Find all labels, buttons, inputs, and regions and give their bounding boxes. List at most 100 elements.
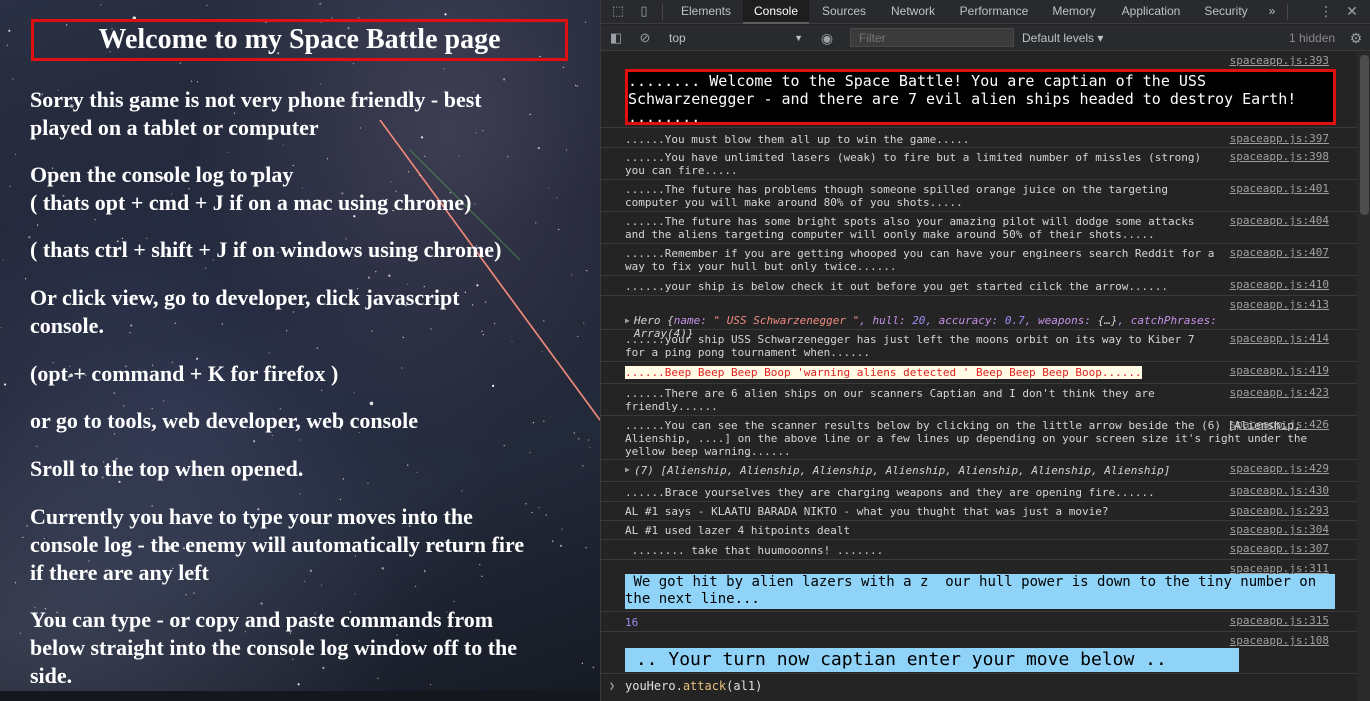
source-link[interactable]: spaceapp.js:293 xyxy=(1230,504,1329,517)
prompt-chevron-icon: ❯ xyxy=(609,681,616,692)
alien-array-preview: (7) [Alienship, Alienship, Alienship, Al… xyxy=(634,464,1171,477)
tab-sources[interactable]: Sources xyxy=(813,0,875,24)
tabbar-divider xyxy=(662,4,663,20)
console-message-alien-array[interactable]: spaceapp.js:429 ▶ (7) [Alienship, Aliens… xyxy=(601,460,1357,482)
hero-accuracy-value: 0.7 xyxy=(1004,314,1025,327)
clear-console-icon[interactable]: ⊘ xyxy=(636,29,654,47)
context-select-value: top xyxy=(669,31,686,45)
console-message: spaceapp.js:423 ......There are 6 alien … xyxy=(601,384,1357,416)
inspect-element-icon[interactable]: ⬚ xyxy=(609,3,627,21)
console-message: spaceapp.js:414 ......your ship USS Schw… xyxy=(601,330,1357,362)
expand-triangle-icon[interactable]: ▶ xyxy=(625,465,630,474)
console-scrollbar-thumb[interactable] xyxy=(1360,55,1369,215)
console-message: spaceapp.js:410 ......your ship is below… xyxy=(601,276,1357,296)
source-link[interactable]: spaceapp.js:397 xyxy=(1230,132,1329,145)
source-link[interactable]: spaceapp.js:401 xyxy=(1230,182,1329,195)
tab-memory[interactable]: Memory xyxy=(1045,0,1103,24)
hero-weapons-key: , weapons: xyxy=(1024,314,1098,327)
source-link[interactable]: spaceapp.js:430 xyxy=(1230,484,1329,497)
windows-instructions-text: ( thats ctrl + shift + J if on windows u… xyxy=(30,237,502,262)
prompt-input[interactable]: youHero.attack(al1) xyxy=(625,679,762,693)
message-text: ......There are 6 alien ships on our sca… xyxy=(625,387,1162,413)
source-link[interactable]: spaceapp.js:404 xyxy=(1230,214,1329,227)
hero-weapons-value: {…} xyxy=(1097,314,1118,327)
tab-elements[interactable]: Elements xyxy=(671,0,741,24)
chevron-down-icon: ▼ xyxy=(794,33,803,43)
message-text: ......Brace yourselves they are charging… xyxy=(625,486,1155,499)
tab-security[interactable]: Security xyxy=(1197,0,1255,24)
source-link[interactable]: spaceapp.js:315 xyxy=(1230,614,1329,627)
hero-hull-key: , hull: xyxy=(859,314,913,327)
console-message: spaceapp.js:426 ......You can see the sc… xyxy=(601,416,1357,460)
source-link[interactable]: spaceapp.js:304 xyxy=(1230,523,1329,536)
source-link[interactable]: spaceapp.js:307 xyxy=(1230,542,1329,555)
devtools-panel: ⬚ ▯ Elements Console Sources Network Per… xyxy=(600,0,1370,701)
message-text: ......your ship USS Schwarzenegger has j… xyxy=(625,333,1202,359)
message-text: ......You can see the scanner results be… xyxy=(625,419,1314,458)
tab-performance[interactable]: Performance xyxy=(951,0,1037,24)
context-select[interactable]: top ▼ xyxy=(669,29,807,47)
message-text: ......your ship is below check it out be… xyxy=(625,280,1169,293)
source-link[interactable]: spaceapp.js:108 xyxy=(1230,634,1329,647)
console-message-your-turn: spaceapp.js:108 .. Your turn now captian… xyxy=(601,632,1357,674)
mac-instructions-text: Open the console log to play ( thats opt… xyxy=(30,162,472,215)
your-turn-notice: .. Your turn now captian enter your move… xyxy=(625,648,1239,672)
message-text: ......You have unlimited lasers (weak) t… xyxy=(625,151,1208,177)
source-link[interactable]: spaceapp.js:393 xyxy=(1230,54,1329,67)
prompt-args: (al1) xyxy=(726,679,763,693)
log-levels-select[interactable]: Default levels ▾ xyxy=(1022,29,1103,47)
tab-console[interactable]: Console xyxy=(743,0,809,24)
message-text: ......The future has problems though som… xyxy=(625,183,1175,209)
source-link[interactable]: spaceapp.js:413 xyxy=(1230,298,1329,311)
console-log[interactable]: spaceapp.js:393 ........ Welcome to the … xyxy=(601,52,1357,701)
console-message: spaceapp.js:404 ......The future has som… xyxy=(601,212,1357,244)
devtools-tabbar: ⬚ ▯ Elements Console Sources Network Per… xyxy=(601,0,1370,24)
sidebar-toggle-icon[interactable]: ◧ xyxy=(607,29,625,47)
expand-triangle-icon[interactable]: ▶ xyxy=(625,316,630,325)
source-link[interactable]: spaceapp.js:398 xyxy=(1230,150,1329,163)
hit-notice: We got hit by alien lazers with a z our … xyxy=(625,574,1335,609)
commands-instructions-text: You can type - or copy and paste command… xyxy=(30,607,518,688)
eye-icon[interactable]: ◉ xyxy=(818,29,836,47)
source-link[interactable]: spaceapp.js:419 xyxy=(1230,364,1329,377)
console-message: spaceapp.js:407 ......Remember if you ar… xyxy=(601,244,1357,276)
moves-instructions-text: Currently you have to type your moves in… xyxy=(30,504,525,585)
device-toolbar-icon[interactable]: ▯ xyxy=(635,3,653,21)
hero-phrases-key: , catchPhrases: xyxy=(1117,314,1224,327)
source-link[interactable]: spaceapp.js:407 xyxy=(1230,246,1329,259)
console-message: spaceapp.js:307 ........ take that huumo… xyxy=(601,540,1357,560)
phone-warning-text: Sorry this game is not very phone friend… xyxy=(30,87,482,140)
message-text: ......Remember if you are getting whoope… xyxy=(625,247,1222,273)
close-devtools-icon[interactable]: ✕ xyxy=(1343,3,1361,21)
scroll-instructions-text: Sroll to the top when opened. xyxy=(30,456,304,481)
source-link[interactable]: spaceapp.js:414 xyxy=(1230,332,1329,345)
console-message-beep-warning: spaceapp.js:419 ......Beep Beep Beep Boo… xyxy=(601,362,1357,384)
kebab-menu-icon[interactable]: ⋮ xyxy=(1317,3,1335,21)
console-message-welcome: spaceapp.js:393 ........ Welcome to the … xyxy=(601,52,1357,128)
console-message-hero-object[interactable]: spaceapp.js:413 ▶ Hero {name: " USS Schw… xyxy=(601,296,1357,340)
message-text: AL #1 used lazer 4 hitpoints dealt xyxy=(625,524,851,537)
console-prompt[interactable]: ❯ youHero.attack(al1) xyxy=(601,674,1357,701)
console-message: spaceapp.js:430 ......Brace yourselves t… xyxy=(601,482,1357,502)
message-text: ......The future has some bright spots a… xyxy=(625,215,1202,241)
hull-number: 16 xyxy=(625,616,639,629)
hero-name-value: " USS Schwarzenegger " xyxy=(713,314,860,327)
console-message: spaceapp.js:401 ......The future has pro… xyxy=(601,180,1357,212)
hero-hull-value: 20 xyxy=(912,314,926,327)
filter-input[interactable] xyxy=(850,28,1014,47)
source-link[interactable]: spaceapp.js:423 xyxy=(1230,386,1329,399)
tab-network[interactable]: Network xyxy=(881,0,945,24)
prompt-object: youHero xyxy=(625,679,676,693)
more-tabs-button[interactable]: » xyxy=(1263,0,1281,24)
console-message: spaceapp.js:304 AL #1 used lazer 4 hitpo… xyxy=(601,521,1357,540)
view-menu-instructions-text: Or click view, go to developer, click ja… xyxy=(30,285,460,338)
message-text: ........ take that huumooonns! ....... xyxy=(625,544,884,557)
tab-application[interactable]: Application xyxy=(1113,0,1189,24)
tabbar-divider-right xyxy=(1287,4,1288,20)
source-link[interactable]: spaceapp.js:429 xyxy=(1230,462,1329,475)
gear-icon[interactable]: ⚙ xyxy=(1347,29,1365,47)
source-link[interactable]: spaceapp.js:410 xyxy=(1230,278,1329,291)
tools-instructions-text: or go to tools, web developer, web conso… xyxy=(30,408,419,433)
console-message-hull-number: spaceapp.js:315 16 xyxy=(601,612,1357,632)
beep-warning-text: ......Beep Beep Beep Boop 'warning alien… xyxy=(625,366,1142,379)
